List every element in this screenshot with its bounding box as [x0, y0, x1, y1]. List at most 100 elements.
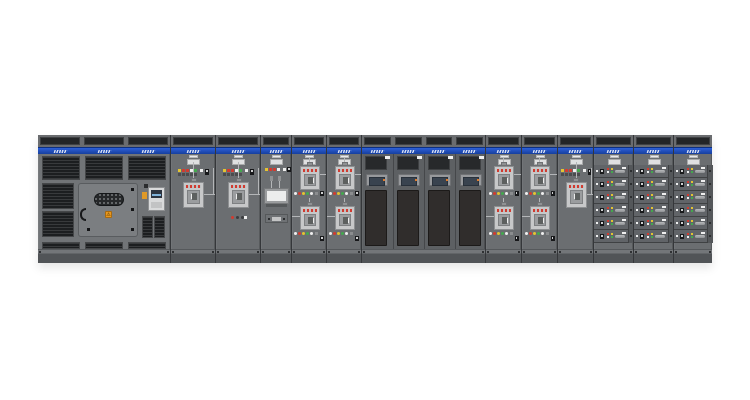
drawer-handle[interactable] [615, 170, 625, 173]
blank-door[interactable] [365, 190, 387, 246]
control-switch-knob[interactable] [551, 191, 555, 196]
drawer-switch-knob[interactable] [600, 234, 604, 239]
drawer-handle[interactable] [695, 170, 705, 173]
hmi-display[interactable] [366, 174, 388, 186]
drawer-switch-knob[interactable] [600, 195, 604, 200]
test-button[interactable] [283, 168, 286, 171]
reset-button[interactable] [510, 232, 513, 235]
test-button[interactable] [245, 169, 248, 172]
feeder-acb-stack-2[interactable] [326, 135, 361, 263]
reset-button[interactable] [546, 232, 549, 235]
mcc-drawer-unit[interactable] [594, 230, 628, 243]
reset-button[interactable] [315, 232, 318, 235]
mcc-drawer-unit[interactable] [594, 178, 628, 191]
mcc-drawer-unit[interactable] [594, 217, 628, 230]
control-switch-knob[interactable] [355, 191, 359, 196]
mcc-column-2[interactable] [633, 135, 673, 263]
acb-breaker[interactable] [335, 206, 355, 230]
drawer-handle[interactable] [695, 222, 705, 225]
main-control-panel[interactable]: ⚠ [38, 135, 170, 263]
mcc-drawer-unit[interactable] [674, 230, 707, 243]
reset-button[interactable] [546, 192, 549, 195]
acb-breaker[interactable] [183, 182, 204, 208]
control-switch-knob[interactable] [355, 236, 359, 241]
acb-breaker[interactable] [494, 206, 514, 230]
drawer-handle[interactable] [655, 209, 665, 212]
drawer-handle[interactable] [695, 209, 705, 212]
drawer-handle[interactable] [615, 209, 625, 212]
drawer-switch-knob[interactable] [600, 182, 604, 187]
drawer-handle[interactable] [695, 183, 705, 186]
mcc-drawer-unit[interactable] [634, 165, 668, 178]
mcc-drawer-unit[interactable] [674, 165, 707, 178]
acb-breaker[interactable] [566, 182, 587, 208]
drawer-handle[interactable] [615, 235, 625, 238]
blank-door[interactable] [459, 190, 481, 246]
control-switch-knob[interactable] [515, 236, 519, 241]
feeder-acb-stack-1[interactable] [291, 135, 326, 263]
control-switch-knob[interactable] [551, 236, 555, 241]
drawer-switch-knob[interactable] [640, 208, 644, 213]
main-panel-door[interactable]: ⚠ [78, 183, 138, 237]
mcc-drawer-unit[interactable] [674, 191, 707, 204]
blank-door[interactable] [397, 190, 419, 246]
drawer-switch-knob[interactable] [680, 169, 684, 174]
mcc-drawer-unit[interactable] [634, 204, 668, 217]
acb-breaker[interactable] [300, 206, 320, 230]
drawer-switch-knob[interactable] [680, 221, 684, 226]
control-switch-knob[interactable] [320, 236, 324, 241]
control-switch-knob[interactable] [205, 169, 209, 175]
drawer-handle[interactable] [655, 183, 665, 186]
drawer-switch-knob[interactable] [640, 234, 644, 239]
feeder-acb-stack-3[interactable] [485, 135, 521, 263]
power-meter[interactable] [148, 187, 165, 211]
mcc-drawer-unit[interactable] [634, 230, 668, 243]
test-button[interactable] [200, 169, 203, 172]
mcc-drawer-unit[interactable] [634, 178, 668, 191]
drawer-switch-knob[interactable] [600, 169, 604, 174]
drawer-handle[interactable] [655, 222, 665, 225]
mcc-drawer-unit[interactable] [634, 217, 668, 230]
mcc-drawer-unit[interactable] [634, 191, 668, 204]
control-switch-knob[interactable] [250, 169, 254, 175]
drawer-switch-knob[interactable] [640, 195, 644, 200]
drawer-handle[interactable] [695, 235, 705, 238]
drawer-switch-knob[interactable] [640, 182, 644, 187]
mcc-drawer-unit[interactable] [674, 178, 707, 191]
drawer-switch-knob[interactable] [600, 221, 604, 226]
hmi-display[interactable] [429, 174, 451, 186]
reset-button[interactable] [315, 192, 318, 195]
drawer-switch-knob[interactable] [680, 234, 684, 239]
acb-breaker[interactable] [530, 166, 550, 190]
drawer-handle[interactable] [615, 196, 625, 199]
reset-button[interactable] [350, 232, 353, 235]
mcc-column-3[interactable] [673, 135, 712, 263]
acb-breaker[interactable] [530, 206, 550, 230]
control-hmi-section[interactable] [361, 135, 485, 263]
mcc-drawer-unit[interactable] [674, 217, 707, 230]
drawer-switch-knob[interactable] [680, 195, 684, 200]
metering-section[interactable] [260, 135, 291, 263]
acb-breaker[interactable] [335, 166, 355, 190]
drawer-switch-knob[interactable] [680, 182, 684, 187]
drawer-handle[interactable] [655, 170, 665, 173]
drawer-switch-knob[interactable] [640, 169, 644, 174]
drawer-switch-knob[interactable] [640, 221, 644, 226]
blank-door[interactable] [428, 190, 450, 246]
drawer-handle[interactable] [615, 183, 625, 186]
acb-breaker[interactable] [228, 182, 249, 208]
feeder-acb-stack-4[interactable] [521, 135, 557, 263]
drawer-switch-knob[interactable] [600, 208, 604, 213]
incomer-acb-2[interactable] [215, 135, 260, 263]
acb-breaker[interactable] [300, 166, 320, 190]
mcc-drawer-unit[interactable] [594, 165, 628, 178]
drawer-handle[interactable] [615, 222, 625, 225]
mcc-drawer-unit[interactable] [594, 204, 628, 217]
drawer-handle[interactable] [655, 196, 665, 199]
metering-transformer[interactable] [264, 188, 289, 204]
mcc-drawer-unit[interactable] [594, 191, 628, 204]
reset-button[interactable] [510, 192, 513, 195]
incomer-acb-1[interactable] [170, 135, 215, 263]
bus-tie-acb[interactable] [557, 135, 593, 263]
drawer-handle[interactable] [655, 235, 665, 238]
